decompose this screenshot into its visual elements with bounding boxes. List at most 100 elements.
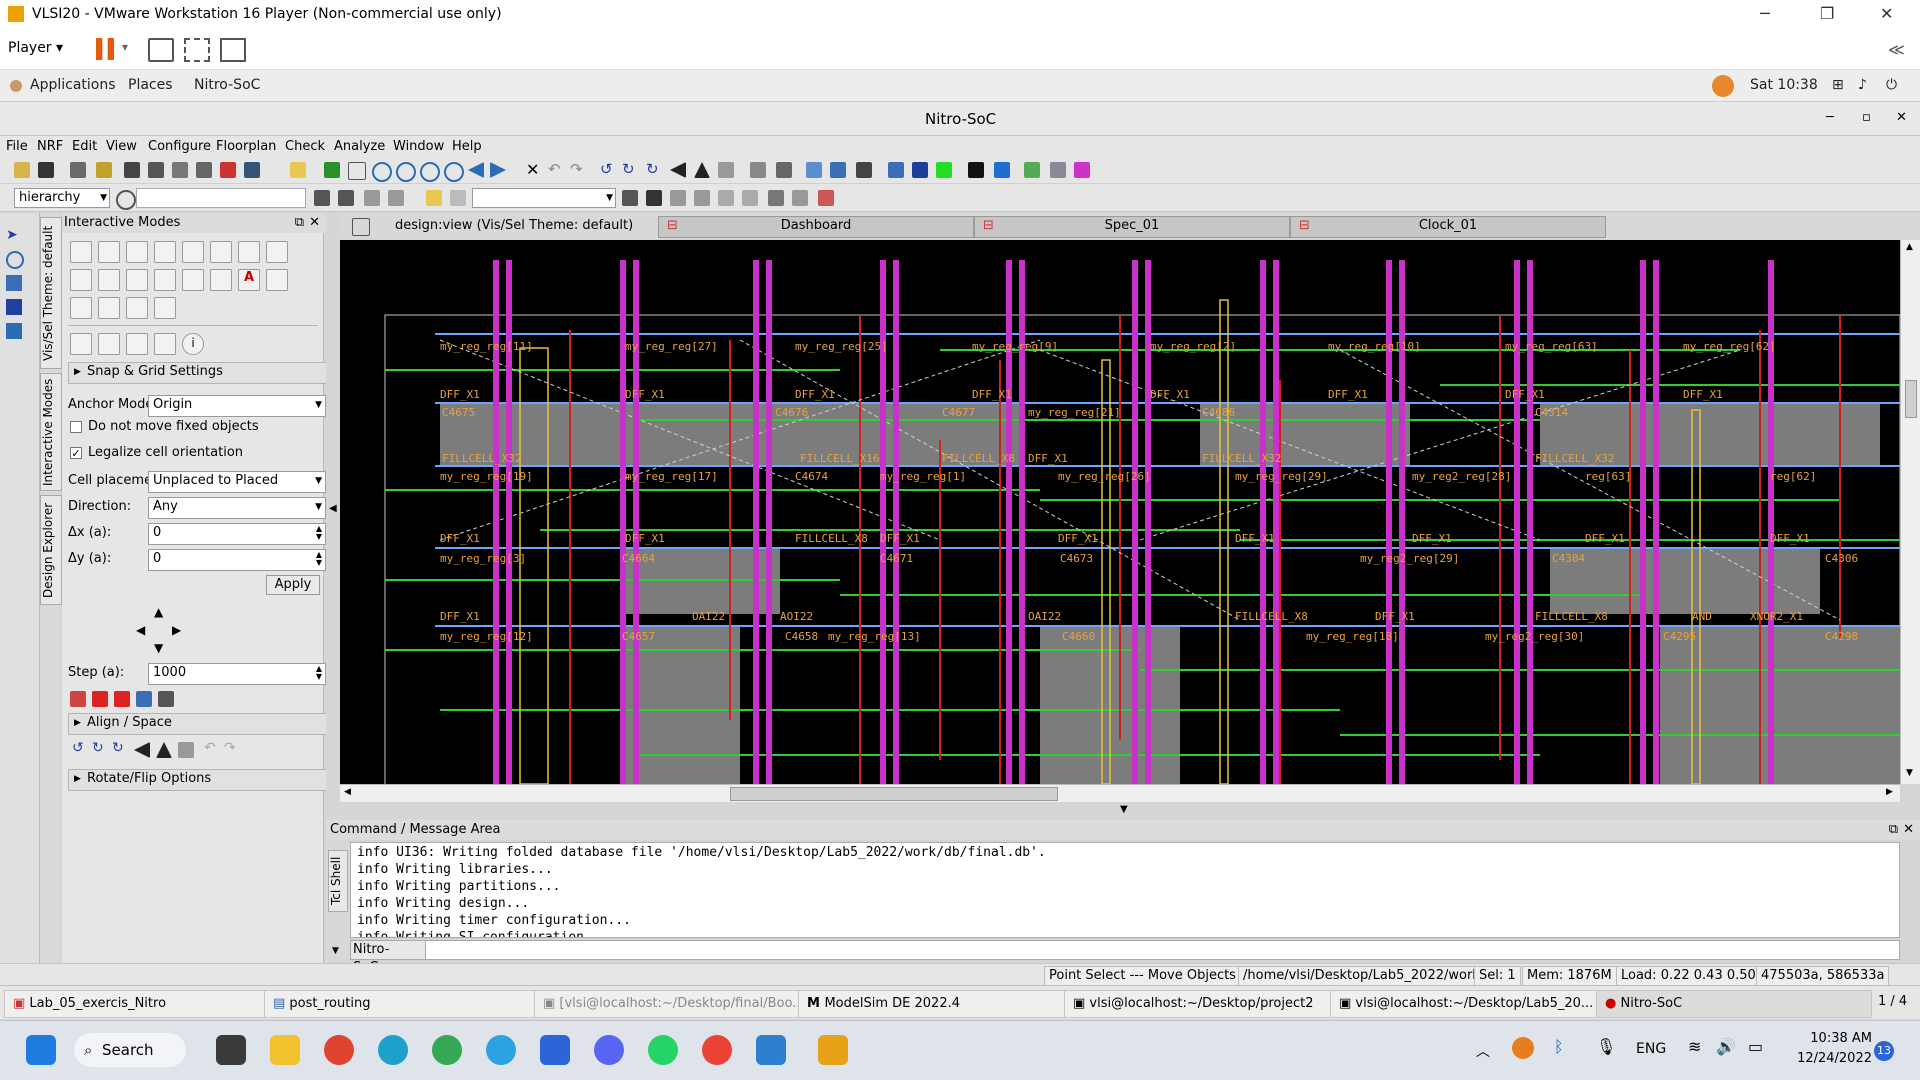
merge-icon[interactable] [126, 297, 148, 319]
flip-y-icon[interactable] [156, 742, 172, 758]
nudge-left-icon[interactable]: ◀ [136, 623, 145, 637]
window-nitro-soc[interactable]: ● Nitro-SoC [1596, 990, 1872, 1018]
anchor-mode-select[interactable]: Origin ▼ [148, 395, 326, 417]
windows-start-icon[interactable] [26, 1035, 56, 1065]
scroll-left-icon[interactable]: ◀ [344, 787, 351, 797]
settings-icon[interactable] [116, 190, 136, 210]
scroll-down-icon[interactable]: ▼ [1906, 768, 1913, 778]
chrome-alt-icon[interactable] [702, 1035, 732, 1065]
gear-icon[interactable] [622, 190, 638, 206]
fullscreen-icon[interactable] [184, 38, 210, 62]
tab-interactive-modes[interactable]: Interactive Modes [40, 373, 62, 491]
layer-icon[interactable] [968, 162, 984, 178]
split-icon[interactable] [98, 297, 120, 319]
panel-close-icon[interactable]: ✕ [309, 213, 320, 233]
x-clear-icon[interactable] [742, 190, 758, 206]
store-icon[interactable] [540, 1035, 570, 1065]
splitter-bar[interactable]: ▼ [326, 802, 1920, 820]
unhighlight-icon[interactable] [450, 190, 466, 206]
align-tool-5-icon[interactable] [158, 691, 174, 707]
volume-icon[interactable]: ♪ [1858, 77, 1867, 93]
forward-icon[interactable] [490, 162, 506, 178]
menu-nrf[interactable]: NRF [37, 139, 63, 154]
rotate-cw-icon[interactable]: ↻ [622, 160, 635, 178]
hierarchy-select[interactable]: hierarchy ▼ [14, 188, 110, 208]
battery-icon[interactable]: ▭ [1748, 1037, 1763, 1056]
redo-small-icon[interactable]: ↷ [224, 740, 236, 756]
gnome-clock[interactable]: Sat 10:38 [1750, 77, 1818, 93]
list-icon[interactable] [196, 162, 212, 178]
design-view-tab[interactable]: design:view (Vis/Sel Theme: default) [395, 218, 633, 233]
telegram-icon[interactable] [486, 1035, 516, 1065]
abc-icon[interactable] [694, 190, 710, 206]
swap-icon[interactable] [154, 297, 176, 319]
whatsapp-icon[interactable] [648, 1035, 678, 1065]
probe-icon[interactable] [364, 190, 380, 206]
mode-tool-1-icon[interactable] [70, 333, 92, 355]
group-mode-icon[interactable] [210, 269, 232, 291]
chrome-profile-icon[interactable] [432, 1035, 462, 1065]
refresh-icon[interactable] [324, 162, 340, 178]
mode-settings-icon[interactable] [98, 333, 120, 355]
menu-floorplan[interactable]: Floorplan [216, 139, 276, 154]
highlight-icon[interactable] [426, 190, 442, 206]
snap-icon[interactable] [912, 162, 928, 178]
chrome-icon[interactable] [324, 1035, 354, 1065]
new-window-icon[interactable] [290, 162, 306, 178]
bluetooth-icon[interactable]: ᛒ [1554, 1037, 1564, 1056]
layers-tool-icon[interactable] [6, 299, 22, 315]
scroll-right-icon[interactable]: ▶ [1886, 787, 1893, 797]
net-mode-icon[interactable] [126, 241, 148, 263]
minimize-icon[interactable]: ─ [1760, 4, 1770, 23]
collapse-icon[interactable]: ≪ [1888, 40, 1905, 59]
menu-help[interactable]: Help [452, 139, 482, 154]
cell-icon[interactable] [818, 190, 834, 206]
tab-design-explorer[interactable]: Design Explorer [40, 495, 62, 605]
legalize-checkbox[interactable]: ✓ [70, 447, 82, 459]
align-tool-1-icon[interactable] [70, 691, 86, 707]
tab-tcl-shell[interactable]: Tcl Shell [328, 850, 348, 912]
flip-icon[interactable] [718, 162, 734, 178]
file-explorer-icon[interactable] [270, 1035, 300, 1065]
grid-icon[interactable] [806, 162, 822, 178]
back-icon[interactable] [468, 162, 484, 178]
power-icon[interactable]: ⏻ [1886, 77, 1897, 93]
menu-view[interactable]: View [106, 139, 137, 154]
send-keys-icon[interactable] [148, 38, 174, 62]
measure-icon[interactable] [266, 241, 288, 263]
task-view-icon[interactable] [216, 1035, 246, 1065]
horizontal-scroll-thumb[interactable] [730, 787, 1058, 801]
rotate-right-icon[interactable]: ↻ [92, 740, 104, 756]
add-cell-icon[interactable] [70, 269, 92, 291]
save-icon[interactable] [38, 162, 54, 178]
pause-dropdown-icon[interactable]: ▾ [122, 40, 128, 54]
text-mode-icon[interactable]: A [238, 269, 260, 291]
cluster-icon[interactable] [1050, 162, 1066, 178]
zoom-tool-icon[interactable] [6, 251, 24, 269]
cmd-close-icon[interactable]: ✕ [1903, 820, 1914, 840]
db-icon[interactable] [96, 162, 112, 178]
zoom-in-icon[interactable] [396, 162, 416, 182]
menu-configure[interactable]: Configure [148, 139, 211, 154]
nitro-app-menu[interactable]: Nitro-SoC [194, 77, 260, 93]
align-icon[interactable] [888, 162, 904, 178]
align-tool-4-icon[interactable] [136, 691, 152, 707]
canvas-horizontal-scrollbar[interactable]: ◀ ▶ [340, 784, 1900, 802]
stop-icon[interactable] [646, 190, 662, 206]
command-log[interactable]: info UI36: Writing folded database file … [350, 842, 1900, 938]
display-icon[interactable] [994, 162, 1010, 178]
mirror-y-icon[interactable] [694, 162, 710, 178]
binoculars-icon[interactable] [314, 190, 330, 206]
info-icon[interactable]: i [182, 333, 204, 355]
undo-small-icon[interactable]: ↶ [204, 740, 216, 756]
cell-placement-select[interactable]: Unplaced to Placed ▼ [148, 471, 326, 493]
rotate-mode-icon[interactable] [98, 269, 120, 291]
report-icon[interactable] [172, 162, 188, 178]
window-modelsim[interactable]: M ModelSim DE 2022.4 [798, 990, 1070, 1018]
nitro-minimize-icon[interactable]: ─ [1826, 110, 1834, 125]
tab-clock[interactable]: ⊟ Clock_01 [1290, 216, 1606, 238]
delete-icon[interactable]: ✕ [526, 160, 539, 179]
window-terminal-project2[interactable]: ▣ vlsi@localhost:~/Desktop/project2 [1064, 990, 1336, 1018]
window-terminal-lab5[interactable]: ▣ vlsi@localhost:~/Desktop/Lab5_20... [1330, 990, 1602, 1018]
probe-clear-icon[interactable] [388, 190, 404, 206]
